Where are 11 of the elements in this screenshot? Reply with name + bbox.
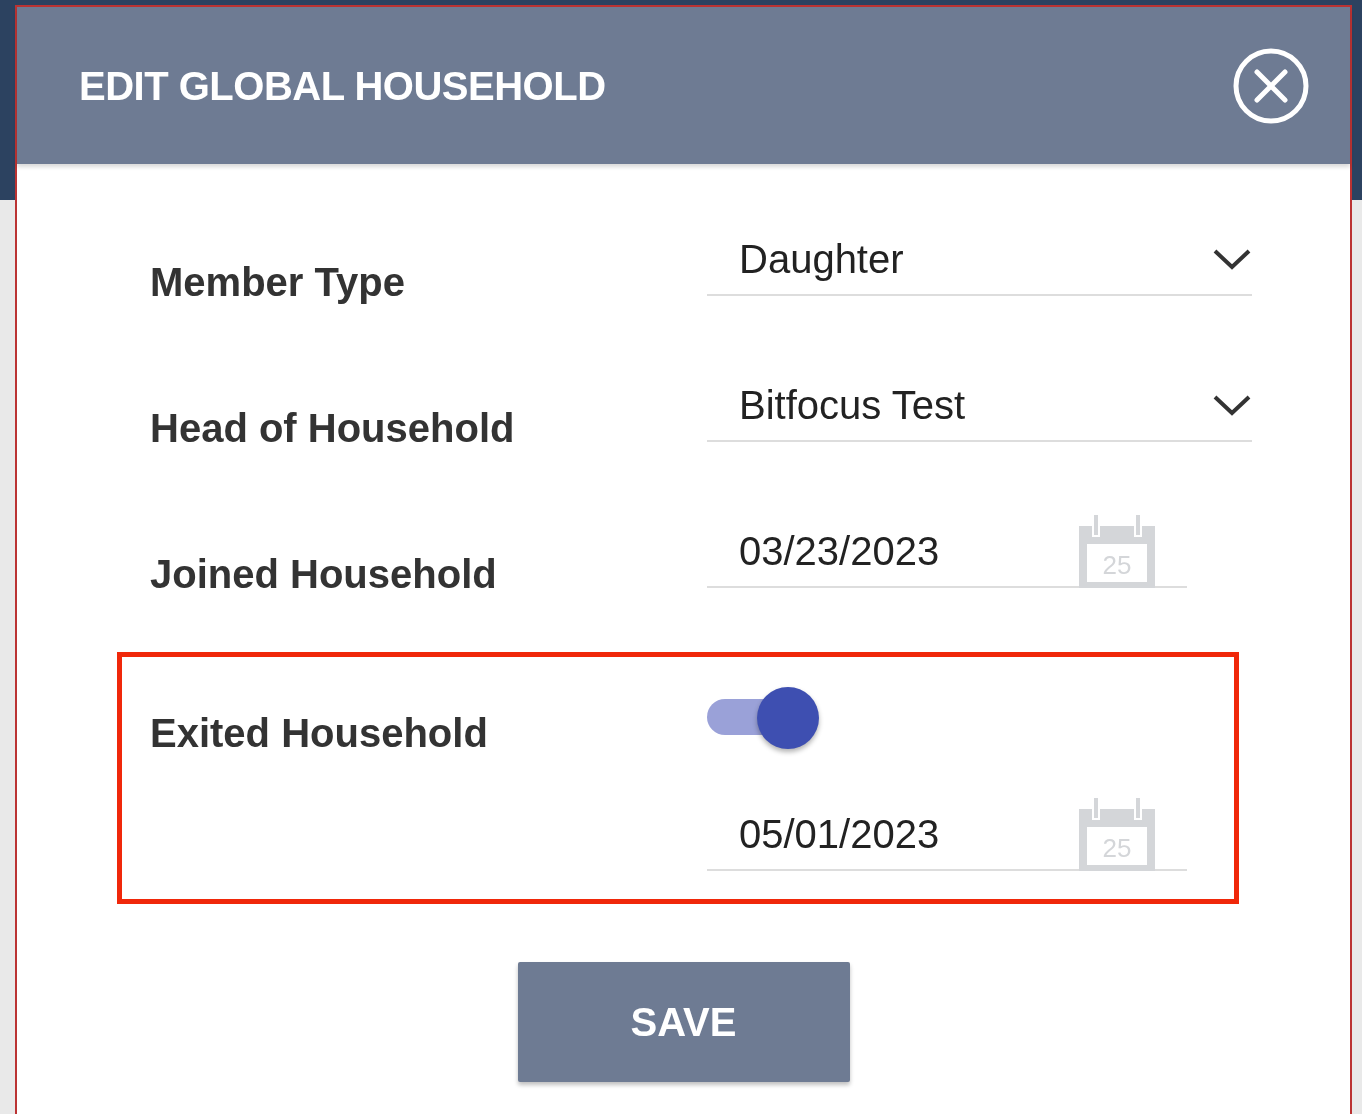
dropdown-field[interactable]: Bitfocus Test bbox=[707, 370, 1252, 442]
field-label: Exited Household bbox=[150, 710, 489, 757]
close-button[interactable] bbox=[1232, 46, 1310, 125]
field-label: Joined Household bbox=[150, 551, 498, 598]
chevron-down-icon bbox=[1212, 247, 1252, 271]
field-label: Member Type bbox=[150, 259, 406, 306]
dialog-title: EDIT GLOBAL HOUSEHOLD bbox=[79, 62, 606, 110]
dropdown-field[interactable]: Daughter bbox=[707, 224, 1252, 296]
save-button[interactable]: SAVE bbox=[517, 962, 850, 1082]
field-label: Head of Household bbox=[150, 405, 516, 452]
chevron-down-icon bbox=[1212, 393, 1252, 417]
